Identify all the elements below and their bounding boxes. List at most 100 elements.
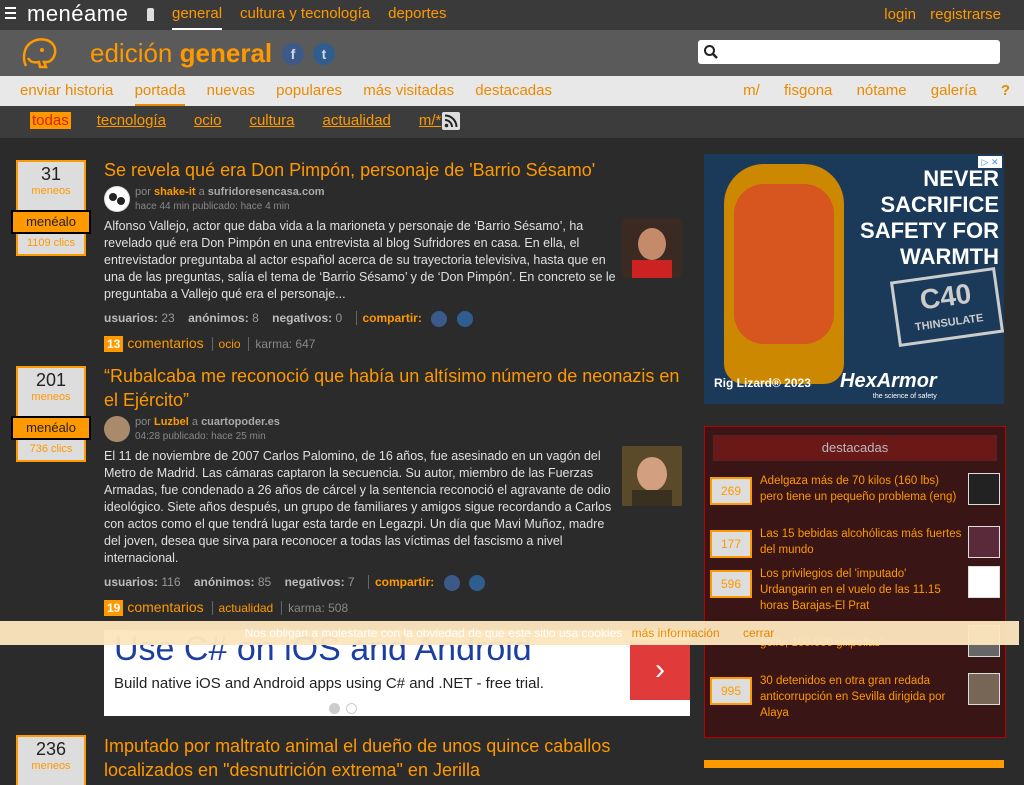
story-tag[interactable]: actualidad [211,601,274,615]
at-label: a [191,416,198,428]
menealo-button[interactable]: menéalo [11,416,91,440]
story-time: 04:28 publicado: hace 25 min [135,431,266,442]
story: Se revela qué era Don Pimpón, personaje … [104,158,690,352]
search-icon[interactable] [703,44,719,60]
nav-mas-visitadas[interactable]: más visitadas [363,82,454,104]
mini-logo-icon[interactable] [147,8,154,21]
nav-populares[interactable]: populares [276,82,342,104]
tab-cultura-tecnologia[interactable]: cultura y tecnología [240,5,370,30]
tab-general[interactable]: general [172,5,223,30]
vote-count: 31 [40,164,62,184]
source-site[interactable]: cuartopoder.es [201,416,280,428]
story-thumbnail[interactable] [622,218,682,278]
sidebar-ad[interactable]: NEVER SACRIFICE SAFETY FOR WARMTH C40 THI… [704,154,1004,404]
story-title[interactable]: “Rubalcaba me reconoció que había un alt… [104,364,690,412]
story-body: El 11 de noviembre de 2007 Carlos Palomi… [104,449,612,565]
vote-count: 236 [35,739,67,759]
comments-link[interactable]: comentarios [127,599,203,615]
destacada-thumbnail[interactable] [968,473,1000,505]
comment-count[interactable]: 19 [104,600,124,616]
menu-icon[interactable] [5,7,16,22]
cat-todas[interactable]: todas [30,112,71,129]
cookie-text: Nos obligan a molestarte con la obviedad… [244,626,623,640]
story-tag[interactable]: ocio [211,337,241,351]
ad-product: Rig Lizard® 2023 [714,376,811,390]
facebook-icon[interactable]: f [282,43,304,65]
avatar[interactable] [104,416,130,442]
login-link[interactable]: login [884,6,916,23]
vote-box: 201 meneos menéalo 736 clics [11,366,91,462]
nav-help[interactable]: ? [1001,82,1010,99]
neg-label: negativos: [284,575,345,590]
story-footer: 13 comentarios ocio karma: 647 [104,335,690,352]
nav-portada[interactable]: portada [134,82,186,106]
destacadas-title[interactable]: destacadas [712,434,998,462]
search-input[interactable] [722,42,996,64]
vote-box: 236 meneos [16,735,86,785]
site-logo[interactable]: menéame [27,1,128,27]
share-facebook-icon[interactable] [431,311,448,327]
nav-m[interactable]: m/ [743,82,760,99]
destacada-thumbnail[interactable] [968,526,1000,558]
cat-tecnologia[interactable]: tecnología [95,112,168,129]
story-title[interactable]: Imputado por maltrato animal el dueño de… [104,734,690,782]
register-link[interactable]: registrarse [930,6,1001,23]
story-stats: usuarios: 116 anónimos: 85 negativos: 7 … [104,575,690,591]
twitter-icon[interactable]: t [313,43,335,65]
share-label: compartir: [355,311,422,326]
header: edición general f t [0,30,1024,76]
source-site[interactable]: sufridoresencasa.com [208,186,325,198]
comment-count[interactable]: 13 [104,336,124,352]
destacada-thumbnail[interactable] [968,673,1000,705]
share-label: compartir: [367,575,435,590]
author-link[interactable]: shake-it [154,186,196,198]
nav-destacadas[interactable]: destacadas [475,82,552,104]
carousel-dot[interactable] [346,703,357,714]
author-link[interactable]: Luzbel [154,416,189,428]
usuarios-label: usuarios: [104,311,159,326]
destacada-link[interactable]: Los privilegios del 'imputado' Urdangari… [760,566,965,614]
nav-notame[interactable]: nótame [857,82,907,99]
story-title[interactable]: Se revela qué era Don Pimpón, personaje … [104,158,690,182]
nav-enviar-historia[interactable]: enviar historia [20,82,113,104]
vote-label: meneos [31,760,71,772]
cookie-more-link[interactable]: más información [632,626,720,640]
ad-carousel-dots [329,701,363,719]
section-tabs: general cultura y tecnología deportes [172,5,465,30]
cat-m-all[interactable]: m/* [417,112,444,129]
destacada-thumbnail[interactable] [968,566,1000,598]
destacada-count: 269 [710,477,752,505]
destacada-link[interactable]: 30 detenidos en otra gran redada anticor… [760,673,965,721]
neg-label: negativos: [272,311,333,326]
share-facebook-icon[interactable] [443,575,460,591]
nav-nuevas[interactable]: nuevas [207,82,255,104]
category-nav: todas tecnología ocio cultura actualidad… [0,106,1024,138]
destacada-link[interactable]: Las 15 bebidas alcohólicas más fuertes d… [760,526,965,558]
vote-count-box: 31 meneos [16,160,86,210]
cat-ocio[interactable]: ocio [192,112,224,129]
adchoices-icon[interactable]: ▷ ✕ [978,156,1002,168]
ad-next-arrow-icon[interactable]: › [630,640,690,700]
story-thumbnail[interactable] [622,446,682,506]
rss-icon[interactable] [442,112,460,130]
anon-count: 85 [257,575,272,590]
cookie-close-button[interactable]: cerrar [743,626,774,640]
destacada-link[interactable]: Adelgaza más de 70 kilos (160 lbs) pero … [760,473,965,505]
main-nav: enviar historia portada nuevas populares… [0,76,1024,106]
share-twitter-icon[interactable] [456,311,473,327]
comments-link[interactable]: comentarios [127,335,203,351]
share-twitter-icon[interactable] [468,575,485,591]
vote-label: meneos [31,185,71,197]
nav-fisgona[interactable]: fisgona [784,82,832,99]
ad-subtitle: Build native iOS and Android apps using … [114,675,544,692]
avatar[interactable] [104,186,130,212]
menealo-button[interactable]: menéalo [11,210,91,234]
tab-deportes[interactable]: deportes [388,5,446,30]
anon-count: 8 [252,311,259,326]
cat-actualidad[interactable]: actualidad [321,112,393,129]
carousel-dot[interactable] [329,703,340,714]
cat-cultura[interactable]: cultura [247,112,296,129]
ad-badge-text: C40 [917,277,974,316]
story-karma: karma: 647 [248,337,316,351]
nav-galeria[interactable]: galería [931,82,977,99]
